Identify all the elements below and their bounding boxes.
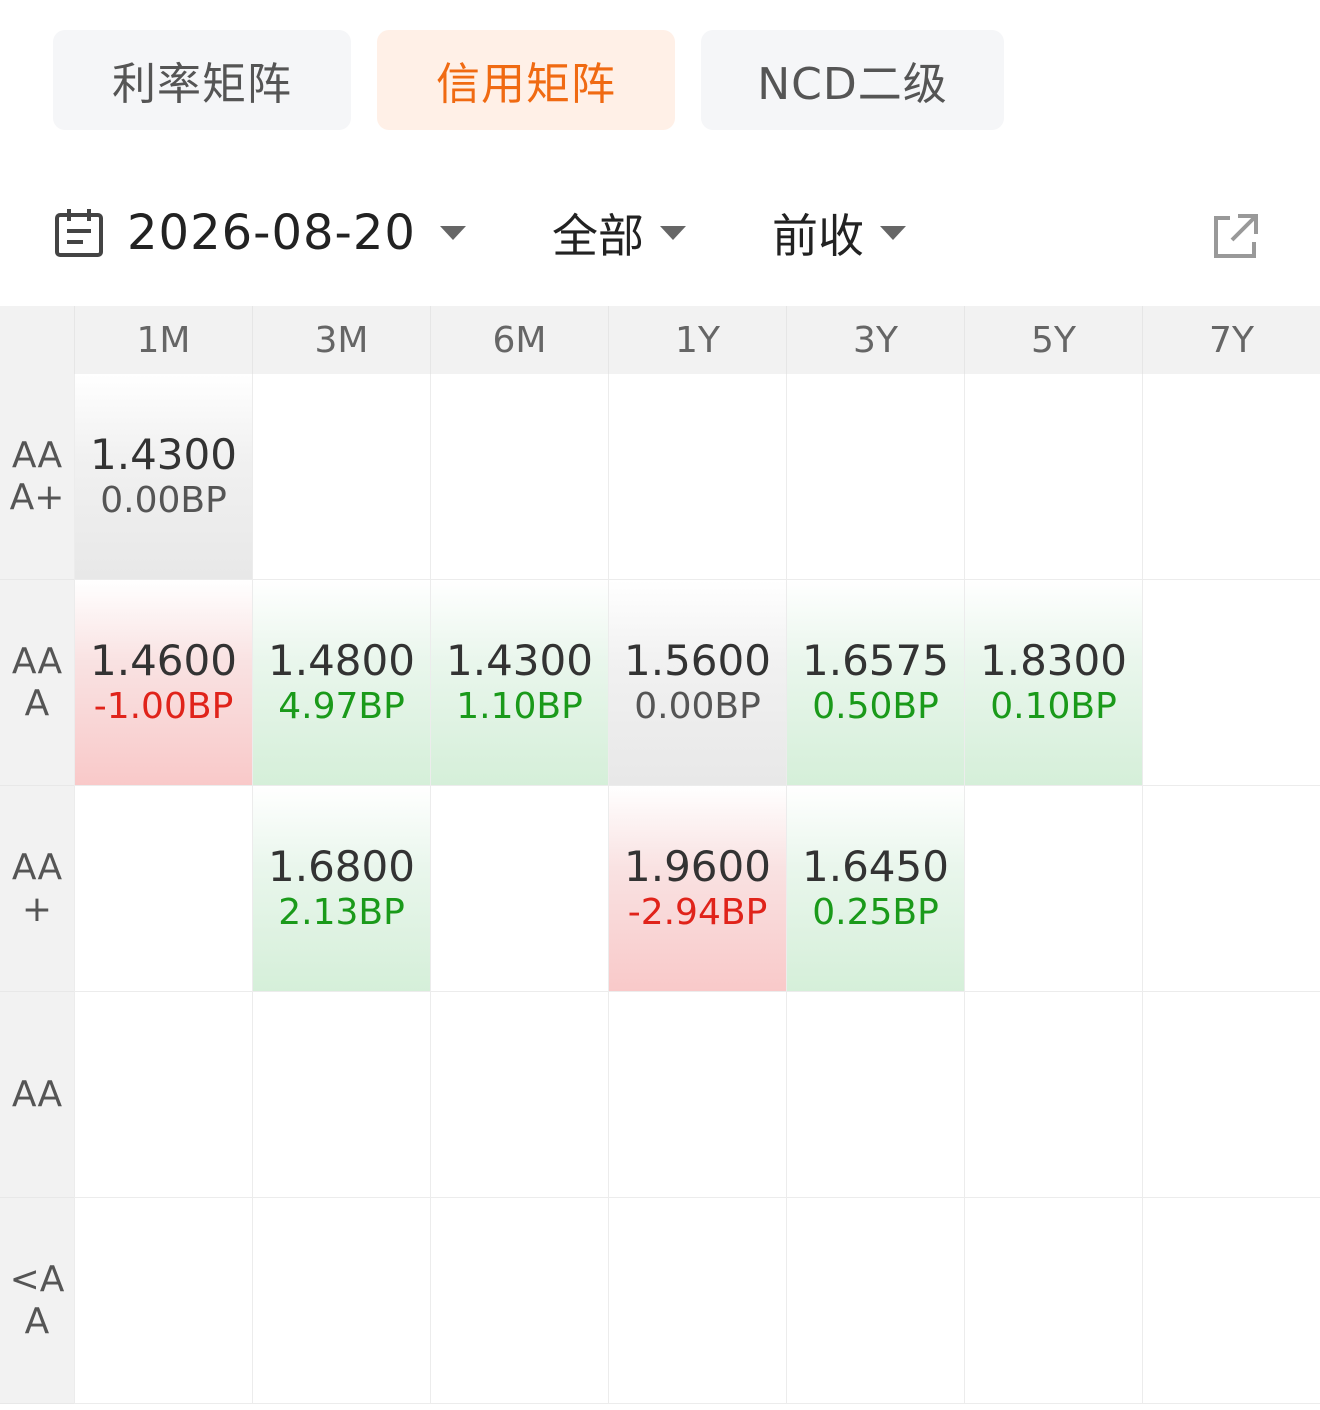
tab-rate-matrix[interactable]: 利率矩阵 [53, 30, 351, 130]
row-header: AA+ [0, 786, 74, 992]
column-header: 7Y [1142, 306, 1320, 374]
filter-toolbar: 2026-08-20 全部 前收 [0, 190, 1320, 280]
column-header: 3M [252, 306, 430, 374]
tab-ncd-secondary[interactable]: NCD二级 [701, 30, 1004, 130]
basis-label: 前收 [772, 209, 864, 263]
caret-down-icon [660, 226, 686, 240]
tab-credit-matrix[interactable]: 信用矩阵 [377, 30, 675, 130]
matrix-cell[interactable]: 1.6575 0.50BP [786, 580, 964, 786]
empty-cell [1142, 580, 1320, 786]
change-value: 0.00BP [634, 685, 761, 727]
empty-cell [1142, 786, 1320, 992]
empty-cell [786, 1198, 964, 1404]
yield-value: 1.4800 [268, 635, 415, 685]
yield-value: 1.6800 [268, 841, 415, 891]
matrix-cell[interactable]: 1.5600 0.00BP [608, 580, 786, 786]
empty-cell [608, 1198, 786, 1404]
empty-cell [964, 992, 1142, 1198]
change-value: 0.25BP [812, 891, 939, 933]
empty-cell [964, 786, 1142, 992]
yield-value: 1.4300 [446, 635, 593, 685]
change-value: 4.97BP [278, 685, 405, 727]
yield-value: 1.5600 [624, 635, 771, 685]
empty-cell [252, 374, 430, 580]
yield-value: 1.8300 [980, 635, 1127, 685]
empty-cell [430, 786, 608, 992]
empty-cell [430, 1198, 608, 1404]
row-header: AA [0, 992, 74, 1198]
matrix-cell[interactable]: 1.4800 4.97BP [252, 580, 430, 786]
empty-cell [1142, 374, 1320, 580]
row-header: <AA [0, 1198, 74, 1404]
empty-cell [74, 992, 252, 1198]
row-header: AAA [0, 580, 74, 786]
external-link-icon[interactable] [1208, 210, 1262, 264]
caret-down-icon [880, 226, 906, 240]
yield-value: 1.6450 [802, 841, 949, 891]
empty-cell [608, 374, 786, 580]
matrix-cell[interactable]: 1.4300 0.00BP [74, 374, 252, 580]
change-value: -2.94BP [627, 891, 768, 933]
change-value: -1.00BP [93, 685, 234, 727]
empty-cell [786, 374, 964, 580]
scope-dropdown[interactable]: 全部 [552, 198, 686, 268]
empty-cell [964, 1198, 1142, 1404]
column-header: 5Y [964, 306, 1142, 374]
column-header: 1M [74, 306, 252, 374]
matrix-cell[interactable]: 1.9600 -2.94BP [608, 786, 786, 992]
yield-value: 1.9600 [624, 841, 771, 891]
matrix-cell[interactable]: 1.4300 1.10BP [430, 580, 608, 786]
change-value: 0.00BP [100, 479, 227, 521]
empty-cell [252, 992, 430, 1198]
date-value: 2026-08-20 [127, 205, 416, 261]
date-picker[interactable]: 2026-08-20 [53, 198, 466, 268]
empty-cell [1142, 992, 1320, 1198]
empty-cell [430, 374, 608, 580]
change-value: 1.10BP [456, 685, 583, 727]
empty-cell [1142, 1198, 1320, 1404]
empty-cell [74, 786, 252, 992]
matrix-cell[interactable]: 1.6800 2.13BP [252, 786, 430, 992]
empty-cell [430, 992, 608, 1198]
column-header: 6M [430, 306, 608, 374]
change-value: 2.13BP [278, 891, 405, 933]
matrix-cell[interactable]: 1.8300 0.10BP [964, 580, 1142, 786]
matrix-header-row: 1M 3M 6M 1Y 3Y 5Y 7Y [0, 306, 1320, 374]
empty-cell [964, 374, 1142, 580]
credit-matrix-table: 1M 3M 6M 1Y 3Y 5Y 7Y AAA+ 1.4300 0.00BP AAA 1.4600… [0, 306, 1320, 1406]
matrix-cell[interactable]: 1.6450 0.25BP [786, 786, 964, 992]
change-value: 0.50BP [812, 685, 939, 727]
caret-down-icon [439, 226, 466, 240]
column-header: 3Y [786, 306, 964, 374]
row-header: AAA+ [0, 374, 74, 580]
matrix-corner [0, 306, 74, 374]
change-value: 0.10BP [990, 685, 1117, 727]
yield-value: 1.4600 [90, 635, 237, 685]
basis-dropdown[interactable]: 前收 [772, 198, 906, 268]
yield-value: 1.6575 [802, 635, 949, 685]
empty-cell [608, 992, 786, 1198]
column-header: 1Y [608, 306, 786, 374]
empty-cell [252, 1198, 430, 1404]
yield-value: 1.4300 [90, 429, 237, 479]
empty-cell [74, 1198, 252, 1404]
scope-label: 全部 [552, 209, 644, 263]
empty-cell [786, 992, 964, 1198]
calendar-icon [55, 209, 103, 257]
matrix-cell[interactable]: 1.4600 -1.00BP [74, 580, 252, 786]
